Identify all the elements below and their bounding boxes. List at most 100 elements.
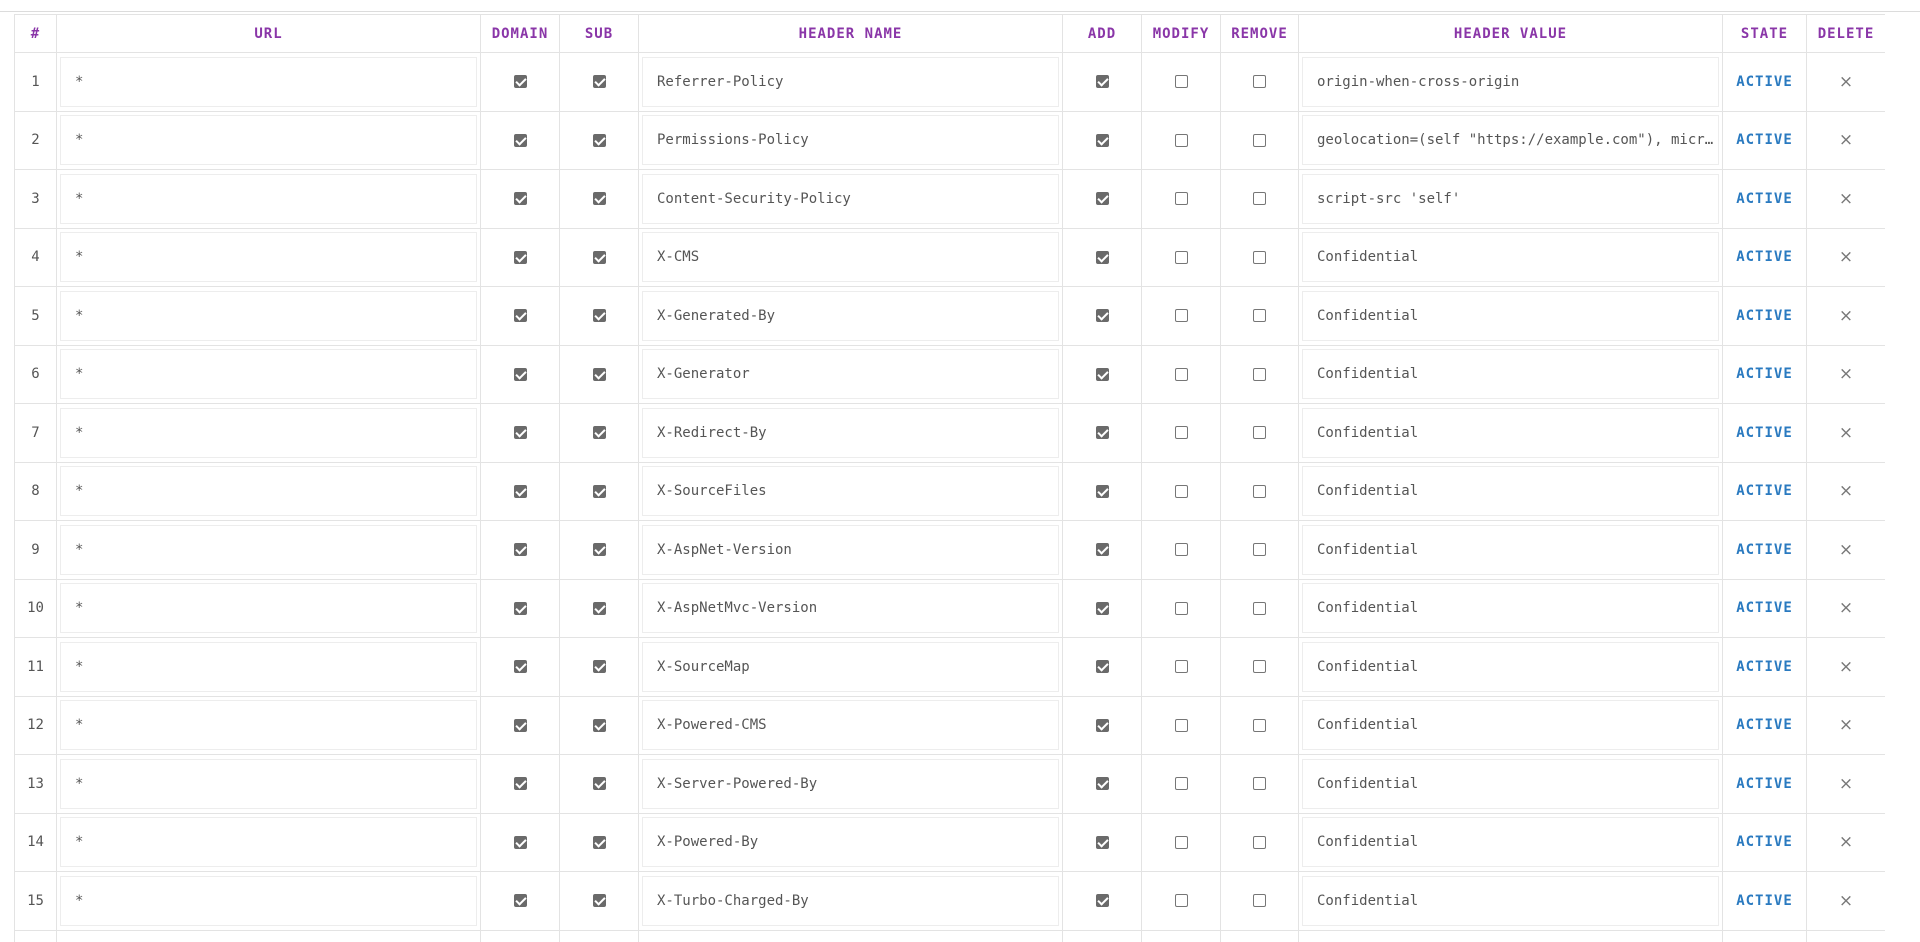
header-value-input[interactable]: geolocation=(self "https://example.com")… — [1302, 115, 1719, 166]
close-icon[interactable]: × — [1839, 364, 1853, 384]
add-checkbox[interactable] — [1095, 192, 1109, 206]
header-name-input[interactable]: X-Generated-By — [642, 290, 1059, 341]
close-icon[interactable]: × — [1839, 72, 1853, 92]
sub-checkbox[interactable] — [592, 601, 606, 615]
add-checkbox[interactable] — [1095, 835, 1109, 849]
close-icon[interactable]: × — [1839, 657, 1853, 677]
state-toggle[interactable]: ACTIVE — [1736, 776, 1793, 792]
add-checkbox[interactable] — [1095, 75, 1109, 89]
sub-checkbox[interactable] — [592, 777, 606, 791]
remove-checkbox[interactable] — [1253, 250, 1266, 264]
url-input[interactable]: * — [60, 583, 477, 634]
add-checkbox[interactable] — [1095, 543, 1109, 557]
add-checkbox[interactable] — [1095, 133, 1109, 147]
domain-checkbox[interactable] — [513, 484, 527, 498]
header-name-input[interactable]: X-AspNetMvc-Version — [642, 583, 1059, 634]
domain-checkbox[interactable] — [513, 309, 527, 323]
header-value-input[interactable]: Confidential — [1302, 290, 1719, 341]
close-icon[interactable]: × — [1839, 832, 1853, 852]
url-input[interactable]: * — [60, 232, 477, 283]
url-input[interactable]: * — [60, 700, 477, 751]
modify-checkbox[interactable] — [1174, 835, 1188, 849]
close-icon[interactable]: × — [1839, 715, 1853, 735]
state-toggle[interactable]: ACTIVE — [1736, 834, 1793, 850]
url-input[interactable]: * — [60, 524, 477, 575]
remove-checkbox[interactable] — [1253, 894, 1266, 908]
header-value-input[interactable]: Confidential — [1302, 700, 1719, 751]
sub-checkbox[interactable] — [592, 309, 606, 323]
remove-checkbox[interactable] — [1253, 309, 1266, 323]
add-checkbox[interactable] — [1095, 484, 1109, 498]
header-value-input[interactable]: script-src 'self' — [1302, 173, 1719, 224]
header-value-input[interactable]: Confidential — [1302, 232, 1719, 283]
state-toggle[interactable]: ACTIVE — [1736, 425, 1793, 441]
url-input[interactable]: * — [60, 466, 477, 517]
add-checkbox[interactable] — [1095, 250, 1109, 264]
state-toggle[interactable]: ACTIVE — [1736, 308, 1793, 324]
domain-checkbox[interactable] — [513, 426, 527, 440]
close-icon[interactable]: × — [1839, 774, 1853, 794]
header-name-input[interactable]: Referrer-Policy — [642, 56, 1059, 107]
sub-checkbox[interactable] — [592, 718, 606, 732]
close-icon[interactable]: × — [1839, 540, 1853, 560]
remove-checkbox[interactable] — [1253, 835, 1266, 849]
remove-checkbox[interactable] — [1253, 133, 1266, 147]
close-icon[interactable]: × — [1839, 247, 1853, 267]
url-input[interactable]: * — [60, 641, 477, 692]
remove-checkbox[interactable] — [1253, 777, 1266, 791]
add-checkbox[interactable] — [1095, 367, 1109, 381]
modify-checkbox[interactable] — [1174, 367, 1188, 381]
modify-checkbox[interactable] — [1174, 777, 1188, 791]
close-icon[interactable]: × — [1839, 423, 1853, 443]
url-input[interactable]: * — [60, 173, 477, 224]
url-input[interactable]: * — [60, 407, 477, 458]
header-name-input[interactable]: Content-Security-Policy — [642, 173, 1059, 224]
state-toggle[interactable]: ACTIVE — [1736, 132, 1793, 148]
sub-checkbox[interactable] — [592, 133, 606, 147]
domain-checkbox[interactable] — [513, 75, 527, 89]
modify-checkbox[interactable] — [1174, 75, 1188, 89]
state-toggle[interactable]: ACTIVE — [1736, 483, 1793, 499]
state-toggle[interactable]: ACTIVE — [1736, 74, 1793, 90]
close-icon[interactable]: × — [1839, 130, 1853, 150]
close-icon[interactable]: × — [1839, 598, 1853, 618]
modify-checkbox[interactable] — [1174, 718, 1188, 732]
remove-checkbox[interactable] — [1253, 601, 1266, 615]
close-icon[interactable]: × — [1839, 306, 1853, 326]
modify-checkbox[interactable] — [1174, 309, 1188, 323]
sub-checkbox[interactable] — [592, 250, 606, 264]
sub-checkbox[interactable] — [592, 367, 606, 381]
close-icon[interactable]: × — [1839, 189, 1853, 209]
add-checkbox[interactable] — [1095, 426, 1109, 440]
modify-checkbox[interactable] — [1174, 133, 1188, 147]
header-name-input[interactable]: X-Redirect-By — [642, 407, 1059, 458]
header-value-input[interactable]: Confidential — [1302, 407, 1719, 458]
modify-checkbox[interactable] — [1174, 543, 1188, 557]
domain-checkbox[interactable] — [513, 777, 527, 791]
header-name-input[interactable]: X-SourceMap — [642, 641, 1059, 692]
header-name-input[interactable]: X-Powered-CMS — [642, 700, 1059, 751]
close-icon[interactable]: × — [1839, 481, 1853, 501]
header-value-input[interactable]: Confidential — [1302, 466, 1719, 517]
header-value-input[interactable]: Confidential — [1302, 817, 1719, 868]
header-value-input[interactable]: Confidential — [1302, 641, 1719, 692]
add-checkbox[interactable] — [1095, 601, 1109, 615]
header-name-input[interactable]: X-Turbo-Charged-By — [642, 875, 1059, 926]
state-toggle[interactable]: ACTIVE — [1736, 542, 1793, 558]
state-toggle[interactable]: ACTIVE — [1736, 249, 1793, 265]
domain-checkbox[interactable] — [513, 660, 527, 674]
domain-checkbox[interactable] — [513, 250, 527, 264]
header-name-input[interactable]: X-AspNet-Version — [642, 524, 1059, 575]
modify-checkbox[interactable] — [1174, 601, 1188, 615]
remove-checkbox[interactable] — [1253, 367, 1266, 381]
state-toggle[interactable]: ACTIVE — [1736, 600, 1793, 616]
domain-checkbox[interactable] — [513, 894, 527, 908]
domain-checkbox[interactable] — [513, 133, 527, 147]
header-value-input[interactable]: Confidential — [1302, 524, 1719, 575]
domain-checkbox[interactable] — [513, 367, 527, 381]
header-name-input[interactable]: X-SourceFiles — [642, 466, 1059, 517]
remove-checkbox[interactable] — [1253, 660, 1266, 674]
add-checkbox[interactable] — [1095, 894, 1109, 908]
header-value-input[interactable]: Confidential — [1302, 583, 1719, 634]
sub-checkbox[interactable] — [592, 835, 606, 849]
